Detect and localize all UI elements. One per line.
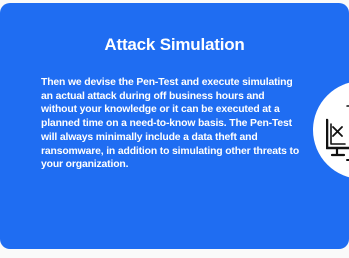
page: Attack Simulation Then we devise the Pen…: [0, 0, 349, 258]
computer-attack-icon: [326, 105, 349, 161]
card-description: Then we devise the Pen-Test and execute …: [41, 77, 300, 171]
attack-simulation-card: Attack Simulation Then we devise the Pen…: [0, 3, 349, 249]
card-title: Attack Simulation: [104, 35, 245, 54]
